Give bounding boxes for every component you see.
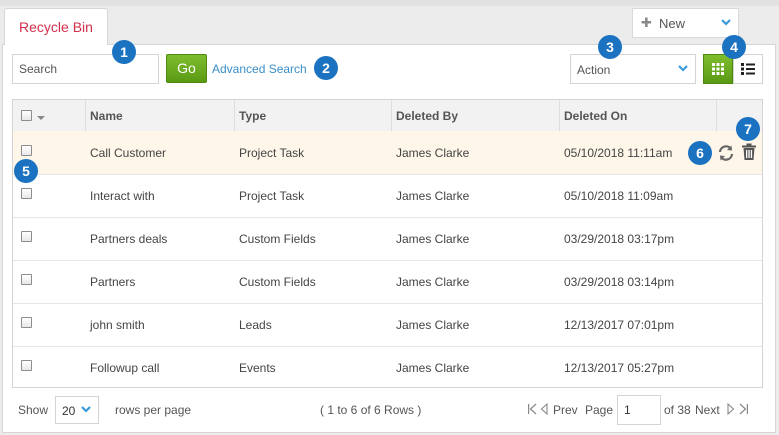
row-type: Project Task: [239, 146, 305, 160]
plus-icon: ✚: [641, 15, 652, 30]
pagination-footer: Show 20 rows per page ( 1 to 6 of 6 Rows…: [2, 390, 776, 432]
search-input[interactable]: [12, 54, 159, 84]
prev-page-link[interactable]: Prev: [553, 403, 578, 417]
trash-icon[interactable]: [741, 143, 757, 161]
next-page-icon[interactable]: [727, 403, 735, 415]
row-checkbox[interactable]: [21, 360, 32, 371]
column-divider: [234, 100, 235, 131]
row-deleted-by: James Clarke: [396, 232, 470, 246]
action-select-value: Action: [577, 63, 611, 77]
row-checkbox[interactable]: [21, 145, 32, 156]
page-label: Page: [585, 403, 614, 417]
row-deleted-by: James Clarke: [396, 189, 470, 203]
tab-recycle-bin[interactable]: Recycle Bin: [4, 8, 108, 45]
page-number-input[interactable]: [617, 395, 661, 425]
first-page-icon[interactable]: [527, 403, 537, 415]
table-row[interactable]: Partners Custom Fields James Clarke 03/2…: [13, 260, 762, 304]
row-deleted-by: James Clarke: [396, 318, 470, 332]
callout-badge-1: 1: [112, 40, 136, 64]
row-type: Custom Fields: [239, 275, 316, 289]
column-divider: [85, 100, 86, 131]
row-name: Interact with: [90, 189, 155, 203]
advanced-search-link[interactable]: Advanced Search: [212, 62, 307, 76]
action-select[interactable]: Action: [570, 54, 696, 84]
row-checkbox[interactable]: [21, 317, 32, 328]
chevron-down-icon[interactable]: [36, 114, 46, 122]
chevron-down-icon: [80, 402, 92, 419]
callout-badge-5: 5: [14, 159, 38, 183]
chevron-down-icon: [720, 15, 732, 32]
row-deleted-by: James Clarke: [396, 361, 470, 375]
column-header-deleted-on[interactable]: Deleted On: [564, 109, 627, 123]
table-row[interactable]: Interact with Project Task James Clarke …: [13, 174, 762, 218]
row-name: Call Customer: [90, 146, 167, 160]
total-pages-label: of 38: [664, 403, 691, 417]
row-deleted-on: 12/13/2017 07:01pm: [564, 318, 675, 332]
select-all-checkbox[interactable]: [21, 110, 32, 121]
prev-page-icon[interactable]: [540, 403, 548, 415]
table-row[interactable]: Call Customer Project Task James Clarke …: [13, 131, 762, 175]
column-header-name[interactable]: Name: [90, 109, 123, 123]
column-divider: [391, 100, 392, 131]
restore-icon[interactable]: [716, 143, 736, 163]
rows-per-page-select[interactable]: 20: [55, 396, 99, 424]
new-button-label: New: [659, 16, 686, 31]
row-deleted-on: 03/29/2018 03:17pm: [564, 232, 675, 246]
row-type: Leads: [239, 318, 272, 332]
new-button[interactable]: ✚ New: [632, 8, 739, 38]
row-name: john smith: [90, 318, 145, 332]
grid-view-icon: [712, 63, 724, 75]
table-row[interactable]: Followup call Events James Clarke 12/13/…: [13, 346, 762, 389]
top-strip: [0, 0, 779, 6]
table-row[interactable]: john smith Leads James Clarke 12/13/2017…: [13, 303, 762, 347]
column-header-deleted-by[interactable]: Deleted By: [396, 109, 458, 123]
row-deleted-on: 05/10/2018 11:11am: [564, 146, 673, 160]
chevron-down-icon: [677, 61, 689, 78]
last-page-icon[interactable]: [739, 403, 749, 415]
row-type: Events: [239, 361, 276, 375]
callout-badge-6: 6: [688, 141, 712, 165]
list-view-icon: [741, 63, 755, 75]
callout-badge-7: 7: [736, 117, 760, 141]
callout-badge-2: 2: [314, 56, 338, 80]
column-header-type[interactable]: Type: [239, 109, 266, 123]
list-view-button[interactable]: [733, 54, 763, 84]
column-divider: [559, 100, 560, 131]
go-button[interactable]: Go: [166, 54, 207, 83]
row-type: Custom Fields: [239, 232, 316, 246]
row-name: Partners: [90, 275, 136, 289]
row-range-text: ( 1 to 6 of 6 Rows ): [320, 403, 422, 417]
callout-badge-3: 3: [598, 35, 622, 59]
table-header: Name Type Deleted By Deleted On: [13, 100, 762, 132]
table-row[interactable]: Partners deals Custom Fields James Clark…: [13, 217, 762, 261]
row-type: Project Task: [239, 189, 305, 203]
row-deleted-on: 05/10/2018 11:09am: [564, 189, 674, 203]
grid-view-button[interactable]: [703, 54, 733, 84]
rows-per-page-label: rows per page: [115, 403, 192, 417]
row-deleted-by: James Clarke: [396, 146, 470, 160]
rows-per-page-value: 20: [62, 404, 76, 418]
row-name: Partners deals: [90, 232, 168, 246]
row-deleted-by: James Clarke: [396, 275, 470, 289]
row-name: Followup call: [90, 361, 160, 375]
row-checkbox[interactable]: [21, 188, 32, 199]
callout-badge-4: 4: [722, 35, 746, 59]
show-label: Show: [18, 403, 49, 417]
recycle-bin-table: Name Type Deleted By Deleted On Call Cus…: [12, 99, 763, 388]
next-page-link[interactable]: Next: [695, 403, 720, 417]
row-checkbox[interactable]: [21, 274, 32, 285]
row-checkbox[interactable]: [21, 231, 32, 242]
row-deleted-on: 12/13/2017 05:27pm: [564, 361, 675, 375]
row-deleted-on: 03/29/2018 03:14pm: [564, 275, 675, 289]
column-divider: [716, 100, 717, 131]
